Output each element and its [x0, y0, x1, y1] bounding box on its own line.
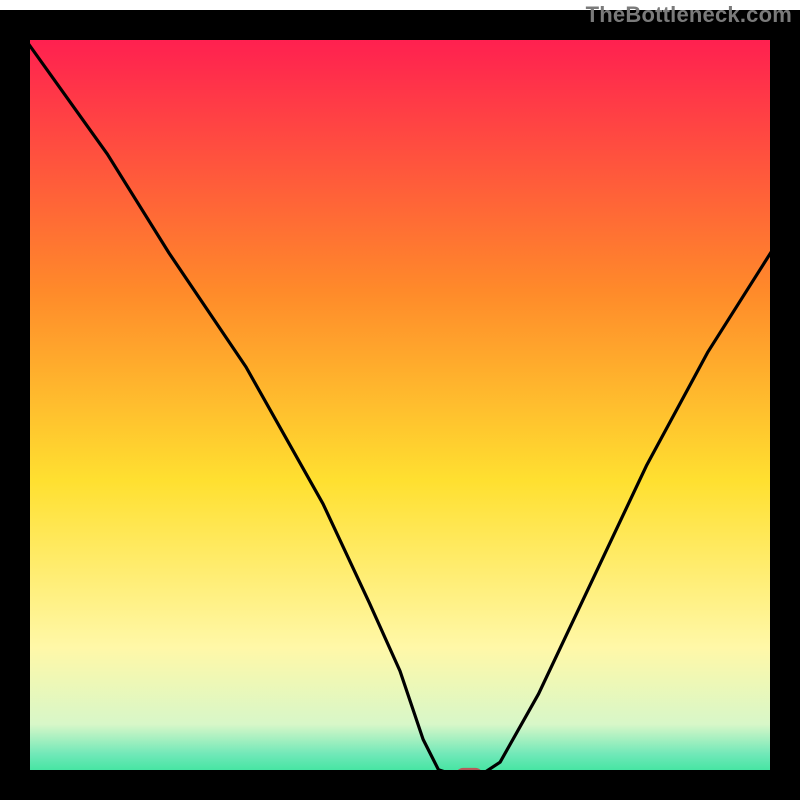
bottleneck-chart — [0, 0, 800, 800]
chart-container: TheBottleneck.com — [0, 0, 800, 800]
watermark-text: TheBottleneck.com — [586, 2, 792, 28]
